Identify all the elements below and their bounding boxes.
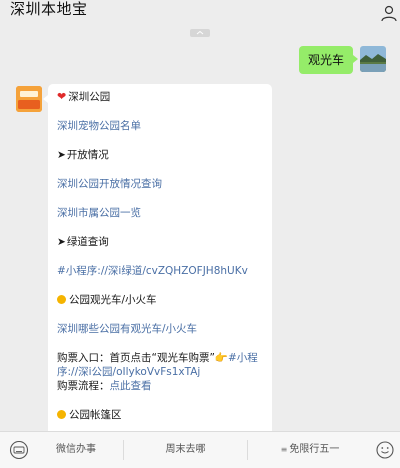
chat-header: 深圳本地宝 bbox=[0, 0, 400, 32]
chat-title: 深圳本地宝 bbox=[10, 0, 88, 18]
section-greenway: ➤绿道查询 bbox=[57, 236, 109, 248]
heart-icon: ❤ bbox=[57, 90, 67, 103]
bot-avatar-logo bbox=[16, 86, 42, 112]
ticket-process-text: 购票流程：点此查看 bbox=[57, 380, 152, 392]
yellow-dot-icon bbox=[57, 295, 66, 304]
link-open-status-query[interactable]: 深圳公园开放情况查询 bbox=[57, 177, 162, 191]
arrow-icon: ➤ bbox=[57, 236, 66, 248]
menu-item-weekend[interactable]: 周末去哪 bbox=[124, 432, 247, 468]
outgoing-message[interactable]: 观光车 bbox=[298, 46, 359, 74]
bottom-menu-bar: 微信办事 周末去哪 ≡ 免限行五一 bbox=[0, 431, 400, 468]
pointing-hand-icon: 👉 bbox=[214, 352, 228, 364]
keyboard-icon[interactable] bbox=[8, 441, 30, 459]
arrow-icon: ➤ bbox=[57, 149, 66, 161]
link-pet-park-list[interactable]: 深圳宠物公园名单 bbox=[57, 119, 141, 133]
bot-avatar[interactable] bbox=[16, 86, 42, 112]
incoming-message: ❤ 深圳公园 深圳宠物公园名单 ➤开放情况 深圳公园开放情况查询 深圳市属公园一览… bbox=[43, 84, 272, 444]
menu-item-wechat-services[interactable]: 微信办事 bbox=[28, 432, 124, 468]
link-city-parks[interactable]: 深圳市属公园一览 bbox=[57, 206, 141, 220]
link-park-miniprogram-a[interactable]: #小程 bbox=[228, 352, 258, 364]
section-sightseeing-car: 公园观光车/小火车 bbox=[57, 293, 157, 307]
section-tent-area: 公园帐篷区 bbox=[57, 408, 122, 422]
user-icon[interactable] bbox=[380, 4, 398, 22]
ticket-entry-text: 购票入口：首页点击“观光车购票”👉#小程 bbox=[57, 352, 258, 364]
menu-item-may-day[interactable]: ≡ 免限行五一 bbox=[248, 432, 372, 468]
bubble-line-park: ❤ 深圳公园 bbox=[57, 90, 111, 103]
user-avatar[interactable] bbox=[360, 46, 386, 72]
section-open-status: ➤开放情况 bbox=[57, 149, 109, 161]
menu-list-icon: ≡ bbox=[280, 445, 288, 454]
emoji-icon[interactable] bbox=[376, 441, 394, 459]
collapse-icon[interactable] bbox=[190, 29, 210, 37]
link-park-miniprogram-b[interactable]: 序://深i公园/oIlykoVvFs1xTAj bbox=[57, 365, 200, 379]
link-parks-with-car[interactable]: 深圳哪些公园有观光车/小火车 bbox=[57, 322, 197, 336]
link-greenway-miniprogram[interactable]: #小程序://深i绿道/cvZQHZOFJH8hUKv bbox=[57, 264, 248, 278]
yellow-dot-icon bbox=[57, 410, 66, 419]
link-view-here[interactable]: 点此查看 bbox=[110, 380, 152, 392]
outgoing-message-row: 观光车 bbox=[298, 46, 386, 74]
